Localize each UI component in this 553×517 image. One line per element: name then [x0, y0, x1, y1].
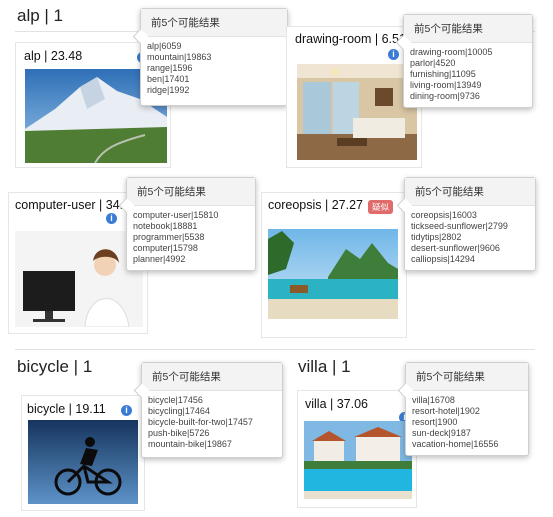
- list-item: alp|6059: [147, 41, 182, 51]
- list-item: programmer|5538: [133, 232, 205, 242]
- villa-photo: [304, 421, 412, 499]
- popover-title: 前5个可能结果: [406, 363, 528, 391]
- list-item: computer|15798: [133, 243, 198, 253]
- list-item: calliopsis|14294: [411, 254, 475, 264]
- room-photo: [297, 64, 417, 160]
- card-title: villa | 37.06: [305, 397, 369, 411]
- result-list: computer-user|15810 notebook|18881 progr…: [127, 206, 255, 269]
- list-item: coreopsis|16003: [411, 210, 477, 220]
- result-list: bicycle|17456 bicycling|17464 bicycle-bu…: [142, 391, 282, 454]
- section-heading-villa: villa | 1: [298, 357, 351, 376]
- card-title: computer-user | 34.8: [15, 198, 131, 212]
- top5-popover-alp: 前5个可能结果 alp|6059 mountain|19863 range|15…: [132, 8, 288, 106]
- list-item: ben|17401: [147, 74, 190, 84]
- result-list: villa|16708 resort-hotel|1902 resort|190…: [406, 391, 528, 454]
- info-icon[interactable]: i: [121, 405, 132, 416]
- section-divider: [15, 349, 535, 350]
- list-item: desert-sunflower|9606: [411, 243, 500, 253]
- list-item: notebook|18881: [133, 221, 198, 231]
- result-list: alp|6059 mountain|19863 range|1596 ben|1…: [141, 37, 287, 100]
- card-title: alp | 23.48: [24, 49, 83, 63]
- info-icon[interactable]: i: [106, 213, 117, 224]
- top5-popover-coreopsis: 前5个可能结果 coreopsis|16003 tickseed-sunflow…: [396, 177, 536, 271]
- list-item: sun-deck|9187: [412, 428, 471, 438]
- section-heading-bicycle: bicycle | 1: [17, 357, 93, 376]
- list-item: furnishing|11095: [410, 69, 476, 79]
- list-item: tidytips|2802: [411, 232, 462, 242]
- computer-user-photo: [15, 231, 143, 327]
- list-item: mountain|19863: [147, 52, 212, 62]
- beach-photo: [268, 229, 398, 319]
- list-item: bicycle-built-for-two|17457: [148, 417, 253, 427]
- card-title: coreopsis | 27.27: [268, 198, 363, 212]
- list-item: range|1596: [147, 63, 193, 73]
- result-list: coreopsis|16003 tickseed-sunflower|2799 …: [405, 206, 535, 269]
- list-item: tickseed-sunflower|2799: [411, 221, 508, 231]
- top5-popover-drawing-room: 前5个可能结果 drawing-room|10005 parlor|4520 f…: [395, 14, 533, 108]
- top5-popover-computer-user: 前5个可能结果 computer-user|15810 notebook|188…: [118, 177, 256, 271]
- popover-title: 前5个可能结果: [142, 363, 282, 391]
- list-item: bicycling|17464: [148, 406, 210, 416]
- list-item: ridge|1992: [147, 85, 190, 95]
- result-card-bicycle: bicycle | 19.11 i: [21, 395, 145, 511]
- top5-popover-bicycle: 前5个可能结果 bicycle|17456 bicycling|17464 bi…: [133, 362, 283, 458]
- list-item: drawing-room|10005: [410, 47, 493, 57]
- popover-title: 前5个可能结果: [405, 178, 535, 206]
- list-item: planner|4992: [133, 254, 186, 264]
- list-item: mountain-bike|19867: [148, 439, 232, 449]
- list-item: resort|1900: [412, 417, 458, 427]
- popover-title: 前5个可能结果: [404, 15, 532, 43]
- list-item: push-bike|5726: [148, 428, 210, 438]
- top5-popover-villa: 前5个可能结果 villa|16708 resort-hotel|1902 re…: [397, 362, 529, 456]
- suspect-badge[interactable]: 疑似: [368, 200, 394, 214]
- result-card-villa: villa | 37.06 i: [297, 390, 417, 508]
- section-heading-alp: alp | 1: [17, 6, 64, 25]
- result-list: drawing-room|10005 parlor|4520 furnishin…: [404, 43, 532, 106]
- popover-title: 前5个可能结果: [141, 9, 287, 37]
- card-title: drawing-room | 6.51: [295, 32, 406, 46]
- list-item: computer-user|15810: [133, 210, 219, 220]
- list-item: villa|16708: [412, 395, 455, 405]
- info-icon[interactable]: i: [388, 49, 399, 60]
- list-item: bicycle|17456: [148, 395, 203, 405]
- card-title: bicycle | 19.11: [27, 402, 106, 416]
- list-item: vacation-home|16556: [412, 439, 499, 449]
- popover-title: 前5个可能结果: [127, 178, 255, 206]
- list-item: resort-hotel|1902: [412, 406, 480, 416]
- list-item: living-room|13949: [410, 80, 482, 90]
- result-card-coreopsis: coreopsis | 27.27 疑似: [261, 192, 407, 338]
- list-item: parlor|4520: [410, 58, 456, 68]
- cyclist-photo: [28, 420, 138, 504]
- list-item: dining-room|9736: [410, 91, 480, 101]
